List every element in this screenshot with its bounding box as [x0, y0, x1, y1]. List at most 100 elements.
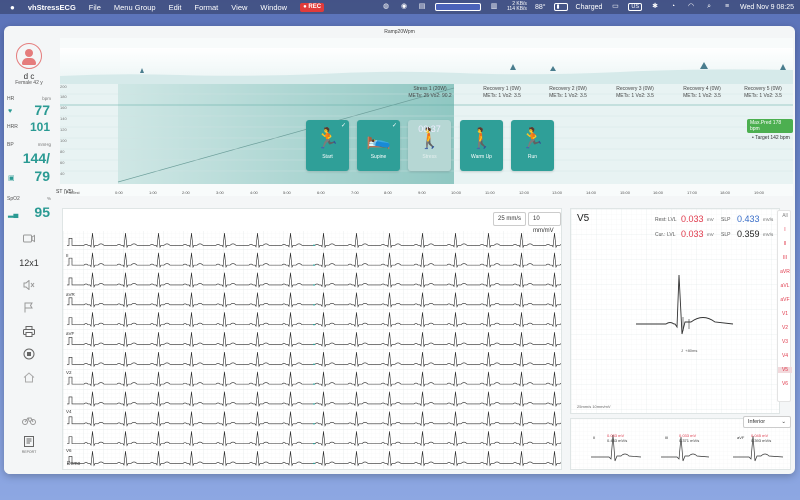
time-tick: 18:00	[720, 190, 731, 195]
battery-status[interactable]: Charged	[576, 4, 603, 11]
user-icon[interactable]: ◔	[668, 3, 678, 11]
stage-name: Recovery 5 (0W)	[744, 86, 782, 92]
lead-option[interactable]: V6	[778, 381, 792, 387]
run-stage-button[interactable]: 🏃 Run	[511, 120, 554, 171]
check-icon: ✓	[340, 123, 346, 129]
time-tick: 8:00	[384, 190, 392, 195]
time-tick: 16:00	[653, 190, 664, 195]
mini-slp-iii: 0.371 mV/s	[679, 438, 700, 443]
menu-view[interactable]: View	[231, 3, 247, 12]
report-label: REPORT	[21, 450, 37, 454]
lead-group-select[interactable]: Inferior ⌄	[743, 416, 791, 428]
menu-app-name[interactable]: vhStressECG	[28, 3, 76, 12]
lead-label-v4: V4	[66, 409, 72, 414]
warmup-stage-button[interactable]: 🚶 Warm Up	[460, 120, 503, 171]
bp-unit: mmHg	[37, 142, 51, 147]
stage-mets: METs: 1 Vo2: 3.5	[683, 93, 721, 99]
avatar[interactable]	[16, 43, 42, 69]
rest-slp-unit: mV/s	[763, 217, 774, 222]
lead-option[interactable]: aVF	[778, 297, 792, 303]
cpu-meter-icon[interactable]	[435, 3, 482, 11]
gain-button[interactable]: 10 mm/mV	[528, 212, 561, 234]
flag-icon[interactable]	[4, 302, 54, 316]
lead-label-v2: V2	[66, 370, 72, 375]
window-title: Ramp20Wpm	[384, 29, 415, 35]
rec-badge[interactable]: ● REC	[300, 2, 325, 12]
speed-button[interactable]: 25 mm/s	[493, 212, 527, 226]
lead-option[interactable]: V1	[778, 311, 792, 317]
clock[interactable]: Wed Nov 9 08:25	[740, 4, 794, 11]
time-tick: 2:00	[182, 190, 190, 195]
lead-option[interactable]: I	[778, 227, 792, 233]
time-tick: 9:00	[418, 190, 426, 195]
search-icon[interactable]: ⌕	[704, 3, 714, 11]
y-tick-120: 120	[60, 127, 67, 132]
menu-window[interactable]: Window	[260, 3, 287, 12]
spo2-label: SpO2	[7, 196, 20, 202]
net-down: 114 KB/s	[507, 6, 527, 12]
temperature[interactable]: 88°	[535, 4, 546, 11]
wifi-icon[interactable]: ◠	[686, 3, 696, 11]
notes-icon[interactable]: ◉	[399, 3, 409, 11]
input-source[interactable]: US	[628, 3, 643, 11]
cur-slp-value: 0.359	[737, 229, 760, 239]
supine-stage-button[interactable]: ✓ 🛌 Supine	[357, 120, 400, 171]
lead-label-avf: aVF	[66, 331, 75, 336]
mini-slp-avf: 0.393 mV/s	[751, 438, 772, 443]
lead-option-all[interactable]: All	[778, 213, 792, 219]
lead-option[interactable]: V4	[778, 353, 792, 359]
stress-stage-button[interactable]: 00:37 🚶 Stress	[408, 120, 451, 171]
run-start-icon: 🏃	[315, 128, 340, 150]
cur-slp-unit: mV/s	[763, 232, 774, 237]
layout-toggle[interactable]: 12x1	[4, 258, 54, 268]
bike-icon[interactable]	[4, 416, 54, 428]
lead-option[interactable]: III	[778, 255, 792, 261]
display-icon[interactable]: ▭	[610, 3, 620, 11]
hr-unit: bpm	[42, 96, 51, 101]
memory-icon[interactable]: ▥	[489, 3, 499, 11]
net-speed[interactable]: 2 KB/s 114 KB/s	[507, 2, 527, 12]
home-icon[interactable]	[4, 372, 54, 386]
y-tick-40: 40	[60, 171, 65, 176]
lead-option[interactable]: aVR	[778, 269, 792, 275]
ecg-waveform-panel[interactable]: 25 mm/s 10 mm/mV II aVR aVF V2 V4 V6 Dem…	[62, 208, 562, 470]
menu-edit[interactable]: Edit	[169, 3, 182, 12]
menu-file[interactable]: File	[89, 3, 101, 12]
lead-option[interactable]: V2	[778, 325, 792, 331]
rest-slp-value: 0.433	[737, 214, 760, 224]
mute-icon[interactable]	[4, 279, 54, 293]
time-tick: 13:00	[552, 190, 563, 195]
stage-label: Recovery 4 (0W) METs: 1 Vo2: 3.5	[672, 86, 732, 100]
video-icon[interactable]	[4, 234, 54, 246]
wechat-icon[interactable]: ◍	[381, 3, 391, 11]
print-icon[interactable]	[4, 326, 54, 340]
menu-format[interactable]: Format	[195, 3, 219, 12]
window-icon[interactable]: ▤	[417, 3, 427, 11]
rest-lvl-unit: mV	[707, 217, 714, 222]
lead-option[interactable]: II	[778, 241, 792, 247]
battery-icon[interactable]: ▮	[553, 3, 568, 11]
walk-icon: 🚶	[469, 128, 494, 150]
cur-label: Cur.: LVL	[655, 232, 676, 238]
y-tick-100: 100	[60, 138, 67, 143]
menubar: ● vhStressECG File Menu Group Edit Forma…	[0, 0, 800, 14]
control-center-icon[interactable]: ≡	[722, 3, 732, 11]
lead-option-selected[interactable]: V5	[778, 367, 792, 373]
bluetooth-icon[interactable]: ✱	[650, 3, 660, 11]
lead-label-avr: aVR	[66, 292, 75, 297]
detail-grid	[571, 209, 779, 413]
mini-slp-ii: 0.433 mV/s	[607, 438, 628, 443]
lead-option[interactable]: V3	[778, 339, 792, 345]
report-button[interactable]: REPORT	[4, 436, 54, 454]
start-stage-button[interactable]: ✓ 🏃 Start	[306, 120, 349, 171]
menu-group[interactable]: Menu Group	[114, 3, 156, 12]
bp-label: BP	[7, 142, 14, 148]
lead-selector[interactable]: All I II III aVR aVL aVF V1 V2 V3 V4 V5 …	[777, 210, 792, 402]
patient-info: Female 42 y	[15, 80, 43, 86]
stop-icon[interactable]	[4, 348, 54, 363]
st-label: ST (V5)	[56, 189, 74, 195]
stage-mets: METs: 1 Vo2: 3.5	[549, 93, 587, 99]
apple-icon[interactable]: ●	[10, 3, 15, 12]
lead-option[interactable]: aVL	[778, 283, 792, 289]
check-icon: ✓	[391, 123, 397, 129]
